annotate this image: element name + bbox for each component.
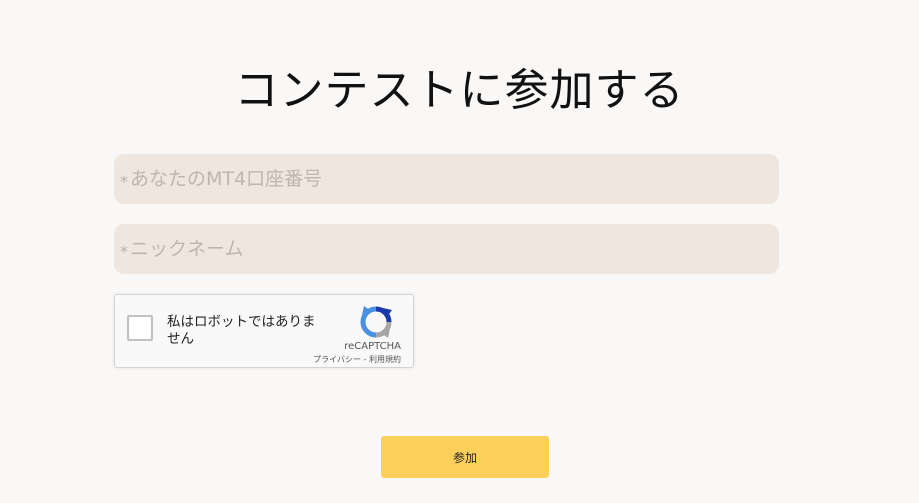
privacy-link[interactable]: プライバシー — [313, 355, 361, 364]
recaptcha-links: プライバシー - 利用規約 — [313, 354, 401, 365]
recaptcha-widget: 私はロボットではありません reCAPTCHA プライバシー - 利用規約 — [114, 294, 414, 368]
mt4-account-input[interactable] — [130, 159, 750, 199]
contest-join-page: コンテストに参加する * * 私はロボットではありません reCAPTCHA プ… — [0, 0, 919, 503]
mt4-account-field[interactable]: * — [114, 154, 779, 204]
recaptcha-logo-icon — [360, 306, 392, 338]
links-separator: - — [361, 355, 369, 364]
required-mark: * — [120, 171, 128, 191]
terms-link[interactable]: 利用規約 — [369, 355, 401, 364]
recaptcha-brand: reCAPTCHA — [344, 341, 401, 352]
join-button[interactable]: 参加 — [381, 436, 549, 478]
recaptcha-label: 私はロボットではありません — [167, 314, 316, 347]
recaptcha-checkbox[interactable] — [127, 315, 153, 341]
required-mark: * — [120, 241, 128, 261]
nickname-field[interactable]: * — [114, 224, 779, 274]
page-title: コンテストに参加する — [234, 65, 685, 117]
nickname-input[interactable] — [130, 229, 750, 269]
